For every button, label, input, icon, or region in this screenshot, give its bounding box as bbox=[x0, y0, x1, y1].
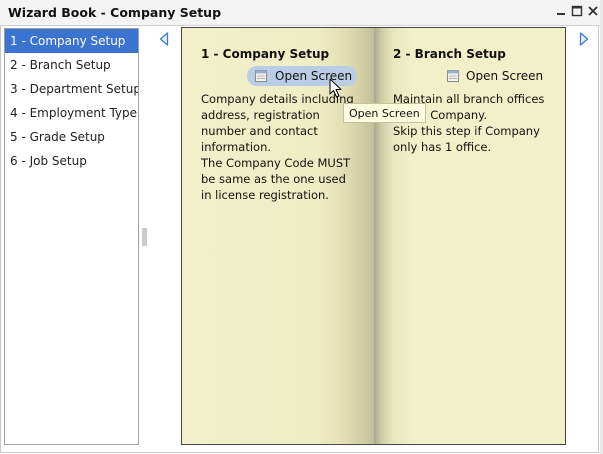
step-list: 1 - Company Setup 2 - Branch Setup 3 - D… bbox=[4, 28, 139, 445]
tooltip: Open Screen bbox=[343, 103, 426, 123]
window-title: Wizard Book - Company Setup bbox=[8, 5, 222, 20]
sidebar-item-job-setup[interactable]: 6 - Job Setup bbox=[5, 149, 138, 173]
page-title: 1 - Company Setup bbox=[201, 47, 330, 61]
open-screen-label: Open Screen bbox=[466, 69, 544, 83]
minimize-icon[interactable] bbox=[554, 4, 568, 18]
description-line: information. bbox=[201, 140, 272, 154]
open-screen-button[interactable]: Open Screen bbox=[440, 66, 550, 86]
title-bar[interactable]: Wizard Book - Company Setup bbox=[0, 0, 600, 26]
splitter-handle[interactable] bbox=[142, 228, 147, 246]
sidebar-item-grade-setup[interactable]: 5 - Grade Setup bbox=[5, 125, 138, 149]
description-line: be same as the one used bbox=[201, 172, 346, 186]
screen-icon bbox=[447, 70, 459, 82]
sidebar-item-company-setup[interactable]: 1 - Company Setup bbox=[5, 29, 138, 53]
step-description: Maintain all branch offices of the Compa… bbox=[393, 91, 544, 155]
description-line: only has 1 office. bbox=[393, 140, 492, 154]
screen-icon bbox=[255, 70, 267, 82]
description-line: address, registration bbox=[201, 108, 320, 122]
description-line: Skip this step if Company bbox=[393, 124, 540, 138]
wizard-book: 1 - Company Setup Open Screen Company de… bbox=[181, 27, 566, 445]
description-line: The Company Code MUST bbox=[201, 156, 351, 170]
sidebar-item-employment-type-setup[interactable]: 4 - Employment Type S bbox=[5, 101, 138, 125]
sidebar-item-branch-setup[interactable]: 2 - Branch Setup bbox=[5, 53, 138, 77]
close-icon[interactable] bbox=[586, 4, 600, 18]
right-page: 2 - Branch Setup Open Screen Maintain al… bbox=[374, 28, 565, 444]
next-page-arrow-icon[interactable] bbox=[579, 32, 589, 46]
step-description: Company details including address, regis… bbox=[201, 91, 354, 203]
maximize-icon[interactable] bbox=[570, 4, 584, 18]
page-title: 2 - Branch Setup bbox=[393, 47, 506, 61]
description-line: in license registration. bbox=[201, 188, 329, 202]
wizard-book-window: Wizard Book - Company Setup 1 - Company … bbox=[0, 0, 600, 454]
description-line: number and contact bbox=[201, 124, 318, 138]
left-page: 1 - Company Setup Open Screen Company de… bbox=[182, 28, 374, 444]
previous-page-arrow-icon[interactable] bbox=[159, 32, 169, 46]
mouse-pointer-icon bbox=[329, 78, 342, 98]
sidebar-item-department-setup[interactable]: 3 - Department Setup bbox=[5, 77, 138, 101]
